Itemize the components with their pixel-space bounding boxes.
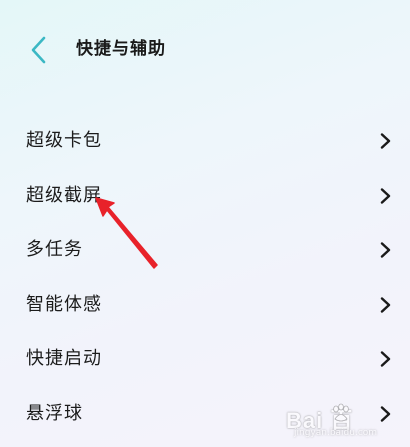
back-button[interactable] bbox=[24, 33, 58, 67]
list-item-label: 超级卡包 bbox=[26, 130, 102, 151]
chevron-right-icon bbox=[380, 133, 392, 149]
settings-list: 超级卡包 超级截屏 多任务 智能体感 快捷启动 悬浮球 bbox=[0, 114, 410, 441]
list-item-super-card[interactable]: 超级卡包 bbox=[0, 114, 410, 169]
chevron-right-icon bbox=[380, 187, 392, 204]
list-item-multitask[interactable]: 多任务 bbox=[0, 223, 410, 278]
page-title: 快捷与辅助 bbox=[76, 39, 166, 59]
list-item-label: 快捷启动 bbox=[26, 348, 102, 369]
chevron-right-icon bbox=[380, 351, 392, 367]
list-item-label: 多任务 bbox=[26, 239, 83, 260]
watermark-url: jingyan.baidu.com bbox=[294, 428, 378, 438]
list-item-label: 悬浮球 bbox=[26, 402, 83, 424]
chevron-right-icon bbox=[380, 296, 392, 313]
chevron-left-icon bbox=[31, 36, 46, 64]
chevron-right-icon bbox=[380, 242, 392, 258]
list-item-label: 超级截屏 bbox=[26, 184, 102, 206]
list-item-super-screenshot[interactable]: 超级截屏 bbox=[0, 169, 410, 224]
list-item-label: 智能体感 bbox=[26, 293, 102, 315]
paw-icon bbox=[333, 403, 349, 422]
list-item-quick-launch[interactable]: 快捷启动 bbox=[0, 332, 410, 387]
baidu-watermark: Bai 百 jingyan.baidu.com bbox=[286, 401, 406, 441]
list-item-smart-motion[interactable]: 智能体感 bbox=[0, 278, 410, 333]
header-bar: 快捷与辅助 bbox=[0, 0, 410, 100]
